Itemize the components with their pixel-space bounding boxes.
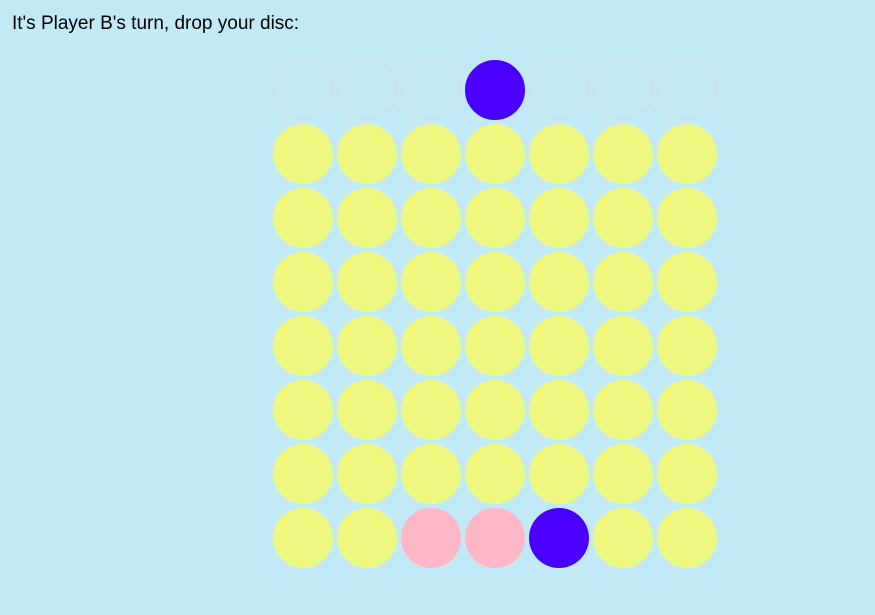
empty-slot (273, 508, 333, 568)
empty-slot (401, 444, 461, 504)
empty-slot (657, 316, 717, 376)
player-b-disc (529, 508, 589, 568)
column-drop-target-4[interactable] (465, 60, 525, 120)
column-drop-target-7[interactable] (657, 60, 717, 120)
empty-slot (657, 444, 717, 504)
empty-slot (529, 252, 589, 312)
empty-slot (657, 252, 717, 312)
empty-slot (337, 188, 397, 248)
empty-slot (529, 124, 589, 184)
empty-slot (657, 188, 717, 248)
empty-slot (465, 316, 525, 376)
empty-slot (465, 124, 525, 184)
column-drop-target-1[interactable] (273, 60, 333, 120)
empty-slot (465, 444, 525, 504)
game-board (273, 124, 717, 568)
empty-slot (337, 316, 397, 376)
column-drop-target-5[interactable] (529, 60, 589, 120)
empty-slot (273, 188, 333, 248)
empty-slot (401, 252, 461, 312)
empty-slot (529, 188, 589, 248)
column-drop-target-6[interactable] (593, 60, 653, 120)
empty-slot (273, 444, 333, 504)
empty-slot (593, 124, 653, 184)
empty-slot (401, 316, 461, 376)
empty-slot (529, 380, 589, 440)
empty-slot (337, 124, 397, 184)
empty-slot (465, 380, 525, 440)
column-drop-target-2[interactable] (337, 60, 397, 120)
player-a-disc (465, 508, 525, 568)
empty-slot (273, 124, 333, 184)
empty-slot (593, 508, 653, 568)
empty-slot (273, 316, 333, 376)
empty-slot (337, 252, 397, 312)
empty-slot (465, 252, 525, 312)
empty-slot (465, 188, 525, 248)
empty-slot (337, 444, 397, 504)
empty-slot (593, 316, 653, 376)
empty-slot (593, 188, 653, 248)
empty-slot (657, 508, 717, 568)
column-drop-target-3[interactable] (401, 60, 461, 120)
empty-slot (657, 124, 717, 184)
empty-slot (273, 380, 333, 440)
column-selector-row (273, 60, 717, 120)
empty-slot (273, 252, 333, 312)
player-a-disc (401, 508, 461, 568)
empty-slot (401, 188, 461, 248)
empty-slot (529, 444, 589, 504)
empty-slot (593, 252, 653, 312)
empty-slot (401, 380, 461, 440)
empty-slot (657, 380, 717, 440)
empty-slot (337, 380, 397, 440)
empty-slot (593, 444, 653, 504)
empty-slot (593, 380, 653, 440)
empty-slot (401, 124, 461, 184)
turn-status-text: It's Player B's turn, drop your disc: (12, 13, 300, 34)
empty-slot (529, 316, 589, 376)
empty-slot (337, 508, 397, 568)
